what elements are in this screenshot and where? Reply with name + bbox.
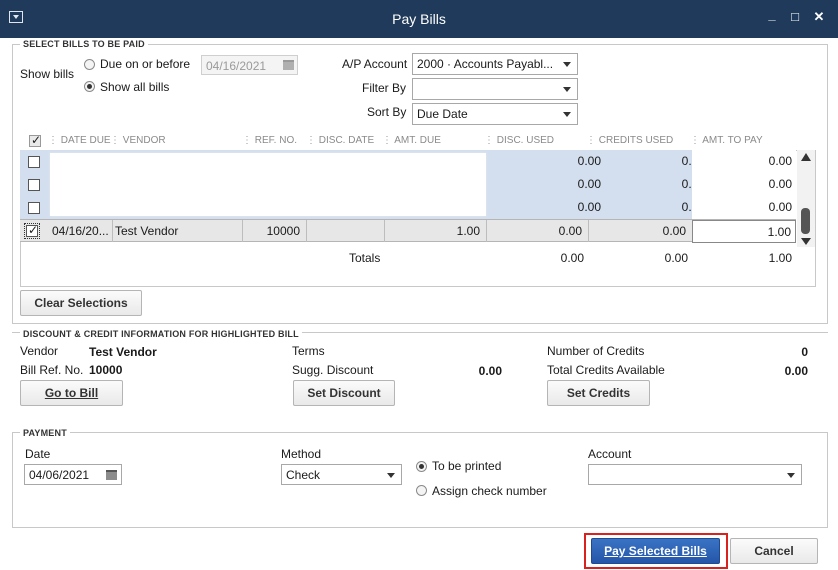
to-be-printed-radio[interactable] xyxy=(416,461,427,472)
redacted-area xyxy=(50,153,486,216)
bill-ref-value: 10000 xyxy=(89,363,123,377)
bill-ref-label: Bill Ref. No. xyxy=(20,363,84,377)
clear-selections-button[interactable]: Clear Selections xyxy=(20,290,142,316)
disc-date-cell[interactable] xyxy=(306,220,382,243)
account-label: Account xyxy=(588,447,632,461)
account-dropdown[interactable] xyxy=(588,464,802,485)
amt-due-cell[interactable]: 1.00 xyxy=(384,220,484,243)
sort-by-label: Sort By xyxy=(367,105,407,119)
sort-by-dropdown[interactable]: Due Date xyxy=(412,103,578,125)
date-due-cell[interactable]: 04/16/20... xyxy=(52,220,112,243)
column-header-ref-no[interactable]: ⋮ REF. NO. xyxy=(242,135,297,149)
calendar-icon[interactable] xyxy=(106,470,117,480)
close-icon[interactable]: ✕ xyxy=(811,10,827,24)
terms-label: Terms xyxy=(292,344,325,358)
total-disc-used: 0.00 xyxy=(560,251,584,265)
scroll-down-icon[interactable] xyxy=(801,238,811,245)
disc-used-cell[interactable]: 0.00 xyxy=(507,150,605,173)
totals-label: Totals xyxy=(349,251,381,265)
vendor-value: Test Vendor xyxy=(89,345,157,359)
total-credits-label: Total Credits Available xyxy=(547,363,665,377)
row-checkbox[interactable] xyxy=(28,202,40,214)
due-on-before-radio[interactable] xyxy=(84,59,95,70)
vendor-label: Vendor xyxy=(20,344,59,358)
number-of-credits-label: Number of Credits xyxy=(547,344,645,358)
show-bills-label: Show bills xyxy=(20,67,75,81)
ap-account-label: A/P Account xyxy=(342,57,408,71)
discount-credit-title: DISCOUNT & CREDIT INFORMATION FOR HIGHLI… xyxy=(20,329,302,339)
row-checkbox[interactable] xyxy=(28,179,40,191)
set-credits-button[interactable]: Set Credits xyxy=(547,380,650,406)
chevron-down-icon[interactable] xyxy=(563,112,571,117)
row-checkbox[interactable] xyxy=(28,156,40,168)
chevron-down-icon[interactable] xyxy=(787,473,795,478)
disc-used-cell[interactable]: 0.00 xyxy=(486,220,586,243)
minimize-icon[interactable]: _ xyxy=(764,8,780,22)
column-header-date-due[interactable]: ⋮ DATE DUE xyxy=(48,135,111,149)
column-header-disc-date[interactable]: ⋮ DISC. DATE xyxy=(306,135,374,149)
show-all-bills-radio[interactable] xyxy=(84,81,95,92)
amt-to-pay-cell[interactable]: 1.00 xyxy=(692,220,796,243)
assign-check-number-label: Assign check number xyxy=(432,484,547,498)
chevron-down-icon[interactable] xyxy=(563,62,571,67)
maximize-icon[interactable]: □ xyxy=(787,10,803,24)
amt-to-pay-cell[interactable]: 0.00 xyxy=(692,196,796,219)
go-to-bill-button[interactable]: Go to Bill xyxy=(20,380,123,406)
chevron-down-icon[interactable] xyxy=(387,473,395,478)
scroll-up-icon[interactable] xyxy=(801,153,811,161)
calendar-icon[interactable] xyxy=(283,60,294,70)
title-bar: Pay Bills _ □ ✕ xyxy=(0,0,838,38)
total-credits-used: 0.00 xyxy=(664,251,688,265)
window-title: Pay Bills xyxy=(392,11,446,27)
total-credits-value: 0.00 xyxy=(784,364,808,378)
pay-selected-bills-button[interactable]: Pay Selected Bills xyxy=(591,538,720,564)
chevron-down-icon[interactable] xyxy=(563,87,571,92)
sugg-discount-label: Sugg. Discount xyxy=(292,363,374,377)
to-be-printed-label: To be printed xyxy=(432,459,502,473)
sugg-discount-value: 0.00 xyxy=(478,364,502,378)
select-bills-title: SELECT BILLS TO BE PAID xyxy=(20,39,148,49)
table-row[interactable]: 04/16/20... Test Vendor 10000 1.00 0.00 … xyxy=(20,219,796,243)
payment-title: PAYMENT xyxy=(20,428,70,438)
ref-no-cell[interactable]: 10000 xyxy=(242,220,304,243)
total-amt-to-pay: 1.00 xyxy=(768,251,792,265)
payment-date-value: 04/06/2021 xyxy=(29,468,90,482)
method-dropdown[interactable]: Check xyxy=(281,464,402,485)
credits-used-cell[interactable]: 0.00 xyxy=(588,220,690,243)
show-all-bills-label: Show all bills xyxy=(100,80,170,94)
column-header-credits-used[interactable]: ⋮ CREDITS USED xyxy=(586,135,673,149)
column-header-disc-used[interactable]: ⋮ DISC. USED xyxy=(484,135,554,149)
row-checkbox[interactable] xyxy=(24,223,40,239)
vendor-cell[interactable]: Test Vendor xyxy=(115,220,240,243)
select-all-checkbox[interactable] xyxy=(29,133,41,147)
amt-to-pay-cell[interactable]: 0.00 xyxy=(692,150,796,173)
due-date-value: 04/16/2021 xyxy=(206,59,267,73)
filter-by-dropdown[interactable] xyxy=(412,78,578,100)
table-scrollbar[interactable] xyxy=(797,150,815,247)
ap-account-value: 2000 · Accounts Payabl... xyxy=(417,57,554,71)
method-label: Method xyxy=(281,447,322,461)
column-header-amt-to-pay[interactable]: ⋮ AMT. TO PAY xyxy=(690,135,763,149)
payment-date-label: Date xyxy=(25,447,51,461)
scrollbar-thumb[interactable] xyxy=(801,208,810,234)
disc-used-cell[interactable]: 0.00 xyxy=(507,173,605,196)
filter-by-label: Filter By xyxy=(362,81,407,95)
column-header-amt-due[interactable]: ⋮ AMT. DUE xyxy=(382,135,441,149)
column-header-vendor[interactable]: ⋮ VENDOR xyxy=(110,135,166,149)
assign-check-number-radio[interactable] xyxy=(416,485,427,496)
method-value: Check xyxy=(286,468,321,482)
sort-by-value: Due Date xyxy=(417,107,468,121)
due-on-before-label: Due on or before xyxy=(100,57,191,71)
disc-used-cell[interactable]: 0.00 xyxy=(507,196,605,219)
cancel-button[interactable]: Cancel xyxy=(730,538,818,564)
number-of-credits-value: 0 xyxy=(801,345,808,359)
ap-account-dropdown[interactable]: 2000 · Accounts Payabl... xyxy=(412,53,578,75)
amt-to-pay-cell[interactable]: 0.00 xyxy=(692,173,796,196)
set-discount-button[interactable]: Set Discount xyxy=(293,380,395,406)
